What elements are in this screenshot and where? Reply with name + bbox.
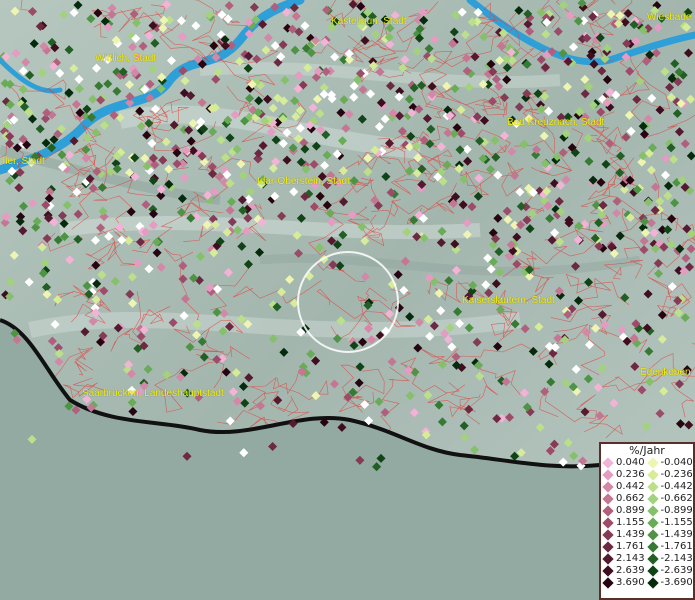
legend-value: -0.899	[660, 505, 693, 516]
legend-value: 0.899	[616, 505, 645, 516]
legend-entry: -0.236	[646, 469, 694, 481]
legend-value: 0.236	[616, 469, 645, 480]
legend-swatch	[602, 505, 614, 517]
legend-value: -0.040	[660, 457, 693, 468]
legend-entry: -1.761	[646, 541, 694, 553]
legend-value: -0.442	[660, 481, 693, 492]
legend-entry: -3.690	[646, 577, 694, 589]
legend-swatch	[602, 517, 614, 529]
legend-swatch	[646, 553, 659, 565]
legend-swatch	[646, 505, 659, 517]
legend-value: -0.662	[660, 493, 693, 504]
legend-negative-column: -0.040 -0.236 -0.442 -0.662 -0.899 -1.155 -1.4…	[646, 457, 694, 589]
legend-entry: -1.439	[646, 529, 694, 541]
legend-value: 0.662	[616, 493, 645, 504]
legend-value: -1.439	[660, 529, 693, 540]
legend-value: -1.155	[660, 517, 693, 528]
legend-value: 2.143	[616, 553, 645, 564]
legend-swatch	[646, 577, 659, 589]
legend: %/Jahr 0.040 0.236 0.442 0.662 0.899 1.155 1.4…	[599, 442, 695, 600]
legend-swatch	[646, 541, 659, 553]
legend-value: -2.639	[660, 565, 693, 576]
legend-entry: -0.662	[646, 493, 694, 505]
legend-swatch	[646, 457, 659, 469]
legend-value: -2.143	[660, 553, 693, 564]
map-canvas[interactable]	[0, 0, 695, 600]
legend-entry: -2.639	[646, 565, 694, 577]
legend-entry: 2.639	[602, 565, 649, 577]
legend-entry: -2.143	[646, 553, 694, 565]
legend-positive-column: 0.040 0.236 0.442 0.662 0.899 1.155 1.439 1.761…	[602, 457, 649, 589]
legend-value: 1.761	[616, 541, 645, 552]
legend-swatch	[602, 457, 614, 469]
legend-swatch	[602, 469, 614, 481]
legend-entry: 3.690	[602, 577, 649, 589]
legend-value: 0.442	[616, 481, 645, 492]
legend-value: 3.690	[616, 577, 645, 588]
city-label-bad-kreuznach: Bad Kreuznach, Stadt	[507, 117, 605, 128]
legend-value: -1.761	[660, 541, 693, 552]
legend-swatch	[602, 577, 614, 589]
city-label-trier: rier, Stadt	[2, 156, 45, 167]
legend-entry: 0.662	[602, 493, 649, 505]
legend-entry: -0.442	[646, 481, 694, 493]
legend-value: 2.639	[616, 565, 645, 576]
legend-entry: 0.040	[602, 457, 649, 469]
legend-entry: 0.442	[602, 481, 649, 493]
legend-value: -0.236	[660, 469, 693, 480]
legend-entry: 0.236	[602, 469, 649, 481]
legend-swatch	[646, 493, 659, 505]
legend-entry: 1.761	[602, 541, 649, 553]
city-label-kaiserslautern: Kaiserslautern, Stadt	[462, 295, 555, 306]
city-label-saarbruecken: Saarbrücken, Landeshauptstadt	[82, 388, 224, 399]
legend-swatch	[646, 469, 659, 481]
legend-entry: -1.155	[646, 517, 694, 529]
city-label-idar-oberstein: Idar-Oberstein, Stadt	[257, 176, 350, 187]
legend-entry: 1.439	[602, 529, 649, 541]
legend-value: -3.690	[660, 577, 693, 588]
legend-swatch	[602, 553, 614, 565]
legend-entry: -0.040	[646, 457, 694, 469]
legend-entry: 2.143	[602, 553, 649, 565]
legend-value: 1.155	[616, 517, 645, 528]
city-label-wiesbaden: Wiesbade	[647, 12, 692, 23]
legend-swatch	[602, 481, 614, 493]
legend-swatch	[602, 529, 614, 541]
legend-entry: -0.899	[646, 505, 694, 517]
legend-swatch	[646, 529, 659, 541]
legend-value: 0.040	[616, 457, 645, 468]
legend-entry: 1.155	[602, 517, 649, 529]
legend-swatch	[646, 481, 659, 493]
legend-swatch	[602, 565, 614, 577]
city-label-kastellaun: Kastellaun, Stadt	[331, 16, 407, 27]
legend-swatch	[646, 517, 659, 529]
legend-value: 1.439	[616, 529, 645, 540]
legend-swatch	[602, 493, 614, 505]
legend-title: %/Jahr	[629, 444, 665, 457]
city-label-wittlich: Wittlich, Stadt	[95, 53, 157, 64]
legend-swatch	[602, 541, 614, 553]
legend-entry: 0.899	[602, 505, 649, 517]
legend-swatch	[646, 565, 659, 577]
city-label-edenkoben: Edenkoben	[640, 367, 691, 378]
